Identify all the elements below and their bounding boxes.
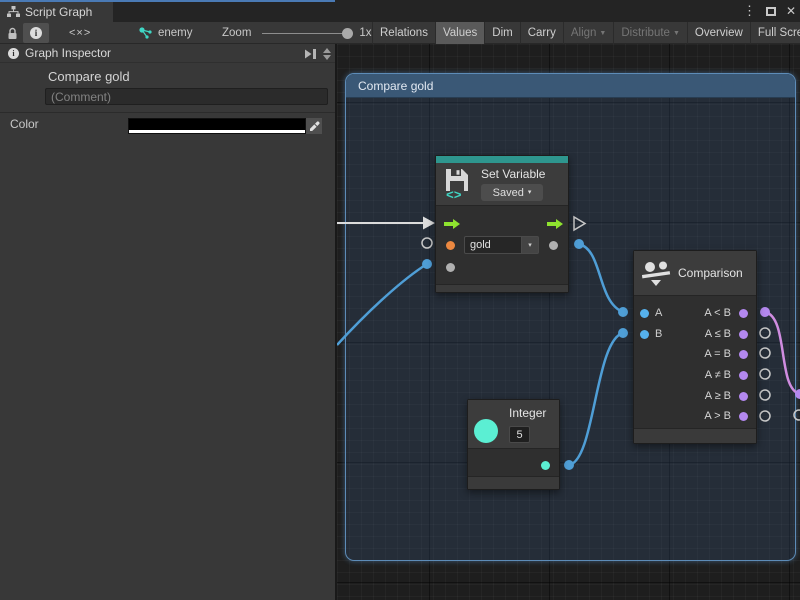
relations-button[interactable]: Relations bbox=[372, 22, 435, 44]
dim-button[interactable]: Dim bbox=[484, 22, 519, 44]
window-menu-icon[interactable]: ⋮ bbox=[743, 3, 756, 19]
align-dropdown[interactable]: Align▼ bbox=[563, 22, 614, 44]
group-title: Compare gold bbox=[358, 79, 433, 93]
panel-spinner[interactable] bbox=[323, 48, 331, 60]
node-header[interactable]: Integer 5 bbox=[468, 400, 559, 449]
variable-name-port[interactable] bbox=[446, 241, 455, 250]
chevron-down-icon: ▼ bbox=[599, 30, 606, 37]
info-icon: i bbox=[30, 27, 42, 39]
toolbar-buttons: Relations Values Dim Carry Align▼ Distri… bbox=[372, 22, 800, 44]
info-icon: i bbox=[8, 48, 19, 59]
output-label: A ≤ B bbox=[705, 328, 731, 340]
output-label: A ≠ B bbox=[705, 369, 731, 381]
color-field[interactable] bbox=[128, 118, 322, 134]
node-title: Integer bbox=[509, 406, 546, 420]
zoom-control: Zoom 1x bbox=[222, 27, 372, 39]
input-port-a[interactable] bbox=[640, 309, 649, 318]
comparison-scale-icon bbox=[642, 260, 672, 288]
output-label: A = B bbox=[704, 348, 731, 360]
lock-icon[interactable] bbox=[7, 23, 18, 43]
carry-button[interactable]: Carry bbox=[520, 22, 563, 44]
graph-tree-icon bbox=[7, 6, 20, 18]
node-accent-bar bbox=[436, 156, 568, 163]
output-port-less[interactable] bbox=[739, 309, 748, 318]
graph-reference[interactable]: enemy bbox=[139, 27, 193, 39]
overview-button[interactable]: Overview bbox=[687, 22, 750, 44]
value-output-port[interactable] bbox=[549, 241, 558, 250]
input-label-b: B bbox=[655, 328, 662, 340]
save-variable-icon: <> bbox=[444, 167, 474, 201]
toolbar-left: i <×> enemy Zoom 1x bbox=[0, 22, 372, 44]
graph-canvas[interactable]: Compare gold bbox=[335, 44, 800, 600]
node-title: Set Variable bbox=[481, 167, 545, 181]
code-view-icon[interactable]: <×> bbox=[69, 27, 91, 39]
output-port-greater-equal[interactable] bbox=[739, 392, 748, 401]
comment-input[interactable] bbox=[45, 88, 328, 105]
spinner-up-icon[interactable] bbox=[323, 48, 331, 53]
control-output-arrow[interactable] bbox=[547, 219, 563, 229]
dock-panel-icon[interactable] bbox=[303, 48, 317, 60]
chevron-down-icon: ▾ bbox=[528, 189, 532, 196]
node-footer bbox=[436, 284, 568, 292]
graph-toolbar: i <×> enemy Zoom 1x Relation bbox=[0, 22, 800, 44]
eyedropper-icon bbox=[309, 121, 320, 132]
set-variable-node[interactable]: <> Set Variable Saved ▾ gold ▾ bbox=[435, 155, 569, 293]
eyedropper-button[interactable] bbox=[306, 118, 322, 134]
distribute-dropdown[interactable]: Distribute▼ bbox=[613, 22, 687, 44]
script-graph-window: Script Graph ⋮ ✕ i <×> bbox=[0, 0, 800, 600]
chevron-down-icon: ▼ bbox=[673, 30, 680, 37]
alpha-bar bbox=[129, 130, 305, 133]
value-input-port[interactable] bbox=[446, 263, 455, 272]
node-header[interactable]: <> Set Variable Saved ▾ bbox=[436, 163, 568, 206]
zoom-slider-handle[interactable] bbox=[342, 28, 353, 39]
graph-inspector-panel: i Graph Inspector Compare gold Color bbox=[0, 44, 335, 600]
group-header[interactable]: Compare gold bbox=[346, 74, 795, 98]
maximize-icon[interactable] bbox=[766, 7, 776, 16]
integer-node[interactable]: Integer 5 bbox=[467, 399, 560, 490]
spinner-down-icon[interactable] bbox=[323, 55, 331, 60]
output-port-less-equal[interactable] bbox=[739, 330, 748, 339]
node-title: Comparison bbox=[678, 266, 743, 280]
node-footer bbox=[468, 476, 559, 489]
integer-value-field[interactable]: 5 bbox=[509, 426, 530, 443]
zoom-value: 1x bbox=[359, 27, 371, 39]
color-label: Color bbox=[10, 117, 39, 131]
output-port-not-equal[interactable] bbox=[739, 371, 748, 380]
values-button[interactable]: Values bbox=[435, 22, 484, 44]
tab-title: Script Graph bbox=[25, 5, 92, 19]
graph-inspector-header: i Graph Inspector bbox=[0, 44, 335, 63]
tab-script-graph[interactable]: Script Graph bbox=[0, 2, 113, 22]
graph-inspector-title: Graph Inspector bbox=[25, 46, 111, 60]
tab-bar: Script Graph ⋮ ✕ bbox=[0, 0, 800, 22]
node-footer bbox=[634, 428, 756, 443]
chevron-down-icon: ▾ bbox=[528, 242, 532, 249]
variable-name-select[interactable]: gold bbox=[464, 236, 522, 254]
color-swatch[interactable] bbox=[128, 118, 306, 134]
window-controls: ⋮ ✕ bbox=[743, 0, 796, 22]
integer-output-port[interactable] bbox=[541, 461, 550, 470]
control-input-arrow[interactable] bbox=[444, 219, 460, 229]
graph-reference-label: enemy bbox=[158, 27, 193, 39]
comparison-node[interactable]: Comparison A B A < B A ≤ B A = B A ≠ B A… bbox=[633, 250, 757, 444]
input-label-a: A bbox=[655, 307, 662, 319]
close-icon[interactable]: ✕ bbox=[786, 4, 796, 18]
input-port-b[interactable] bbox=[640, 330, 649, 339]
output-label: A ≥ B bbox=[705, 390, 731, 402]
output-port-equal[interactable] bbox=[739, 350, 748, 359]
node-header[interactable]: Comparison bbox=[634, 251, 756, 296]
zoom-slider[interactable] bbox=[262, 33, 350, 34]
svg-text:<>: <> bbox=[446, 188, 462, 201]
output-label: A < B bbox=[704, 307, 731, 319]
graph-name: Compare gold bbox=[48, 69, 130, 84]
zoom-label: Zoom bbox=[222, 27, 251, 39]
variables-icon bbox=[139, 27, 153, 39]
integer-type-icon bbox=[474, 419, 498, 443]
output-port-greater[interactable] bbox=[739, 412, 748, 421]
divider bbox=[0, 112, 335, 113]
variable-scope-dropdown[interactable]: Saved ▾ bbox=[481, 184, 543, 201]
full-screen-button[interactable]: Full Screen bbox=[750, 22, 800, 44]
inspector-toggle-button[interactable]: i bbox=[23, 23, 49, 43]
output-label: A > B bbox=[704, 410, 731, 422]
variable-name-dropdown-button[interactable]: ▾ bbox=[522, 236, 539, 254]
